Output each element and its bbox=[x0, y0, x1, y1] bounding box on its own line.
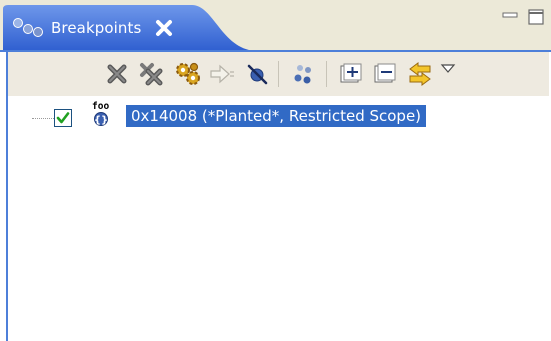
tab-strip: Breakpoints bbox=[0, 0, 551, 52]
maximize-icon[interactable] bbox=[526, 8, 546, 26]
function-breakpoint-icon-text: foo bbox=[92, 101, 109, 112]
remove-breakpoint-icon[interactable] bbox=[104, 61, 132, 87]
breakpoints-view: Breakpoints foo {} 0x14008 (*Planted*, R… bbox=[0, 0, 551, 341]
minimize-icon[interactable] bbox=[500, 8, 520, 26]
tree-connector bbox=[32, 118, 54, 120]
breakpoint-label[interactable]: 0x14008 (*Planted*, Restricted Scope) bbox=[126, 105, 427, 127]
close-tab-icon[interactable] bbox=[155, 19, 173, 37]
toolbar-separator bbox=[278, 61, 279, 87]
breakpoint-enabled-checkbox[interactable] bbox=[54, 109, 72, 127]
breakpoints-tree: foo {} 0x14008 (*Planted*, Restricted Sc… bbox=[6, 96, 551, 341]
tab-breakpoints[interactable]: Breakpoints bbox=[3, 5, 248, 51]
tab-title: Breakpoints bbox=[51, 19, 142, 37]
view-toolbar bbox=[6, 52, 551, 96]
expand-all-icon[interactable] bbox=[338, 61, 366, 87]
function-breakpoint-icon: foo {} bbox=[88, 100, 122, 128]
toolbar-separator bbox=[326, 61, 327, 87]
checkmark-icon bbox=[56, 112, 70, 124]
link-with-debug-view-icon[interactable] bbox=[290, 61, 318, 87]
remove-all-breakpoints-icon[interactable] bbox=[138, 61, 166, 87]
go-to-file-icon[interactable] bbox=[208, 61, 236, 87]
skip-all-breakpoints-icon[interactable] bbox=[244, 61, 272, 87]
link-with-view-icon[interactable] bbox=[406, 61, 434, 87]
view-menu-icon[interactable] bbox=[438, 61, 460, 87]
skip-breakpoints-icon[interactable] bbox=[174, 61, 202, 87]
svg-text:{}: {} bbox=[94, 115, 108, 126]
breakpoints-view-icon bbox=[11, 17, 45, 39]
collapse-all-icon[interactable] bbox=[372, 61, 400, 87]
